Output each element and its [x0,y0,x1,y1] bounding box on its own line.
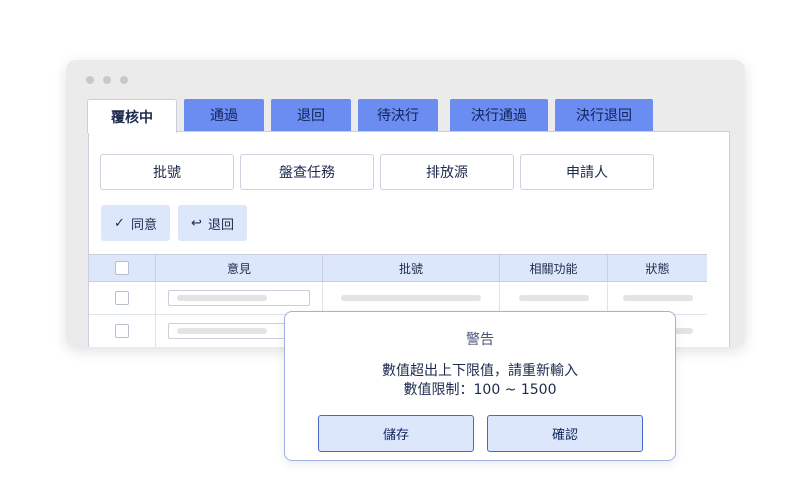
tab-returned[interactable]: 退回 [271,99,351,131]
tab-approved[interactable]: 通過 [184,99,264,131]
dialog-limit-line: 數值限制：100 ~ 1500 [403,382,557,398]
dialog-message: 數值超出上下限值，請重新輸入 數值限制：100 ~ 1500 [285,362,675,400]
status-cell [608,282,707,314]
confirm-button[interactable]: 確認 [487,415,643,452]
warning-dialog: 警告 數值超出上下限值，請重新輸入 數值限制：100 ~ 1500 儲存 確認 [284,311,676,461]
placeholder-bar [341,295,481,301]
column-header-opinion[interactable]: 意見 [156,255,323,281]
placeholder-bar [622,295,693,301]
reject-button-label: 退回 [207,217,234,233]
placeholder-bar [177,295,267,301]
row-checkbox[interactable] [115,291,129,305]
save-button[interactable]: 儲存 [318,415,474,452]
tab-pending-decision[interactable]: 待決行 [358,99,438,131]
table-header: 意見 批號 相關功能 狀態 [89,254,707,282]
tab-decision-returned[interactable]: 決行退回 [555,99,653,131]
row-select-cell [89,315,156,347]
filter-batch-number[interactable]: 批號 [100,154,234,190]
tab-decision-approved[interactable]: 決行通過 [450,99,548,131]
opinion-input[interactable] [168,290,310,306]
window-dot-icon[interactable] [86,76,94,84]
placeholder-bar [518,295,589,301]
filter-emission-source[interactable]: 排放源 [380,154,514,190]
column-header-status[interactable]: 狀態 [608,255,707,281]
window-dot-icon[interactable] [120,76,128,84]
row-checkbox[interactable] [115,324,129,338]
column-header-related-function[interactable]: 相關功能 [500,255,608,281]
batch-cell [323,282,500,314]
select-all-cell [89,255,156,281]
app-window: 覆核中 通過 退回 待決行 決行通過 決行退回 批號 盤查任務 排放源 申請人 … [66,60,745,347]
filter-applicant[interactable]: 申請人 [520,154,654,190]
window-dot-icon[interactable] [103,76,111,84]
approve-button[interactable]: ✓ 同意 [101,205,170,241]
window-controls [86,76,128,84]
approve-button-label: 同意 [130,217,157,233]
tab-under-review[interactable]: 覆核中 [87,99,177,133]
related-function-cell [500,282,608,314]
dialog-title: 警告 [466,332,494,348]
reject-button[interactable]: ↩ 退回 [178,205,247,241]
row-select-cell [89,282,156,314]
return-arrow-icon: ↩ [191,215,202,231]
filter-inventory-task[interactable]: 盤查任務 [240,154,374,190]
select-all-checkbox[interactable] [115,261,129,275]
column-header-batch[interactable]: 批號 [323,255,500,281]
opinion-cell [156,282,323,314]
check-icon: ✓ [114,215,125,231]
placeholder-bar [177,328,267,334]
dialog-message-line: 數值超出上下限值，請重新輸入 [382,363,578,379]
